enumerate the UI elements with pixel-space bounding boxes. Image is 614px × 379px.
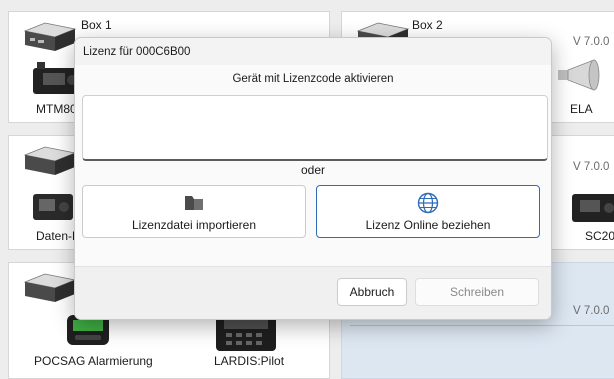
globe-icon bbox=[417, 192, 439, 214]
divider bbox=[350, 325, 614, 326]
license-dialog: Lizenz für 000C6B00 Gerät mit Lizenzcode… bbox=[74, 37, 552, 320]
activation-heading: Gerät mit Lizenzcode aktivieren bbox=[232, 73, 394, 85]
box-device-icon bbox=[23, 146, 77, 175]
radio-device-icon bbox=[572, 194, 614, 222]
get-license-online-label: Lizenz Online beziehen bbox=[365, 218, 491, 232]
device-label: Daten-F bbox=[36, 229, 80, 243]
version-label: V 7.0.0 bbox=[573, 305, 610, 317]
version-label: V 7.0.0 bbox=[573, 161, 610, 173]
megaphone-icon bbox=[558, 59, 600, 91]
box-name: Box 2 bbox=[412, 18, 443, 32]
box-device-icon bbox=[23, 273, 77, 302]
device-label: ELA bbox=[570, 102, 593, 116]
dialog-footer: Abbruch Schreiben bbox=[75, 266, 551, 319]
import-license-file-button[interactable]: Lizenzdatei importieren bbox=[82, 185, 306, 238]
get-license-online-button[interactable]: Lizenz Online beziehen bbox=[316, 185, 540, 238]
cancel-button[interactable]: Abbruch bbox=[337, 278, 407, 306]
version-label: V 7.0.0 bbox=[573, 36, 610, 48]
dialog-titlebar: Lizenz für 000C6B00 bbox=[75, 38, 551, 65]
import-license-file-label: Lizenzdatei importieren bbox=[131, 218, 257, 232]
dialog-title: Lizenz für 000C6B00 bbox=[83, 46, 191, 58]
box-device-icon bbox=[23, 22, 77, 51]
device-label: MTM80 bbox=[36, 102, 77, 116]
device-label: SC202 bbox=[585, 229, 614, 243]
license-code-input[interactable] bbox=[82, 95, 548, 161]
write-button[interactable]: Schreiben bbox=[415, 278, 539, 306]
box-name: Box 1 bbox=[81, 18, 112, 32]
folder-icon bbox=[185, 196, 203, 210]
or-separator: oder bbox=[300, 163, 326, 177]
radio-device-icon bbox=[33, 194, 73, 220]
